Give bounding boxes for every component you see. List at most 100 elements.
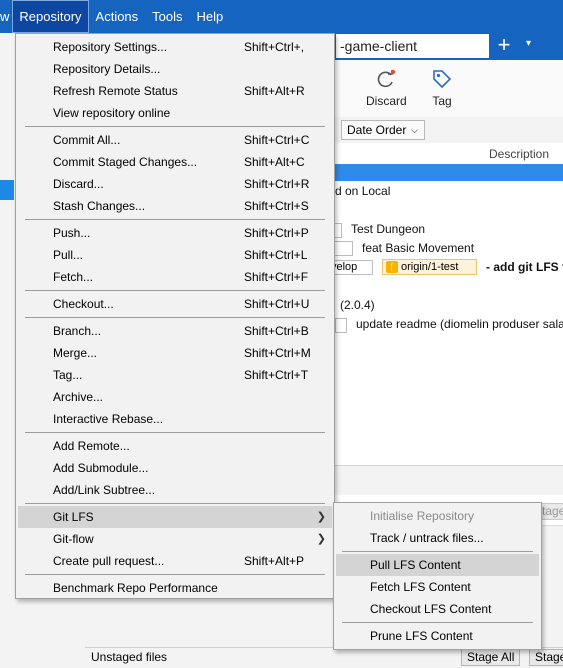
menu-item-shortcut: Shift+Ctrl+, (244, 40, 305, 54)
menu-separator (25, 432, 325, 433)
submenu-item-label: Prune LFS Content (370, 629, 473, 643)
menu-item-shortcut: Shift+Ctrl+S (244, 199, 309, 213)
discard-icon (378, 69, 396, 88)
submenu-item-initialise-repository: Initialise Repository (336, 505, 539, 527)
menu-item-label: Fetch... (53, 270, 94, 284)
stage-button[interactable]: Stage (529, 649, 563, 666)
menu-help[interactable]: Help (190, 0, 231, 33)
new-tab-button[interactable]: + (493, 34, 515, 58)
branch-icon: ᚴ (386, 261, 398, 273)
stage-all-button[interactable]: Stage All (461, 649, 521, 666)
discard-label: Discard (366, 94, 407, 108)
menu-item-shortcut: Shift+Alt+C (244, 155, 305, 169)
menu-separator (25, 317, 325, 318)
menu-item-label: Pull... (53, 248, 84, 262)
menu-item-label: Discard... (53, 177, 104, 191)
submenu-item-track-untrack[interactable]: Track / untrack files... (336, 527, 539, 549)
menu-item-label: Tag... (53, 368, 83, 382)
menu-item-discard[interactable]: Discard... Shift+Ctrl+R (18, 173, 332, 195)
menu-item-shortcut: Shift+Alt+P (244, 554, 305, 568)
menu-separator (25, 574, 325, 575)
menu-item-git-lfs[interactable]: Git LFS ❯ (18, 506, 332, 528)
menu-item-label: Push... (53, 226, 91, 240)
menu-item-label: Git-flow (53, 532, 94, 546)
tab-overflow-button[interactable]: ▾ (526, 38, 531, 49)
chevron-right-icon: ❯ (316, 511, 326, 523)
commit-marker (335, 318, 347, 333)
menu-view-partial[interactable]: w (0, 0, 12, 33)
commit-row-text: d on Local (335, 184, 391, 198)
menu-item-pull[interactable]: Pull... Shift+Ctrl+L (18, 244, 332, 266)
submenu-item-pull-lfs[interactable]: Pull LFS Content (336, 554, 539, 576)
menu-separator (342, 551, 533, 552)
menu-item-label: Commit All... (53, 133, 121, 147)
menu-item-tag[interactable]: Tag... Shift+Ctrl+T (18, 364, 332, 386)
menu-item-shortcut: Shift+Ctrl+M (244, 346, 311, 360)
menu-item-shortcut: Shift+Ctrl+L (244, 248, 308, 262)
menu-item-label: Commit Staged Changes... (53, 155, 198, 169)
menu-item-archive[interactable]: Archive... (18, 386, 332, 408)
menu-item-create-pull-request[interactable]: Create pull request... Shift+Alt+P (18, 550, 332, 572)
menu-tools[interactable]: Tools (145, 0, 189, 33)
menu-item-shortcut: Shift+Ctrl+P (244, 226, 309, 240)
menu-separator (25, 290, 325, 291)
menu-item-label: Interactive Rebase... (53, 412, 164, 426)
submenu-item-label: Fetch LFS Content (370, 580, 471, 594)
menu-separator (25, 219, 325, 220)
menu-item-label: Add/Link Subtree... (53, 483, 156, 497)
menu-item-checkout[interactable]: Checkout... Shift+Ctrl+U (18, 293, 332, 315)
menu-item-label: Add Submodule... (53, 461, 149, 475)
submenu-item-label: Initialise Repository (370, 509, 475, 523)
menu-item-refresh-remote-status[interactable]: Refresh Remote Status Shift+Alt+R (18, 80, 332, 102)
menu-item-benchmark[interactable]: Benchmark Repo Performance (18, 577, 332, 599)
menu-item-label: Repository Details... (53, 62, 161, 76)
menu-item-git-flow[interactable]: Git-flow ❯ (18, 528, 332, 550)
submenu-item-label: Pull LFS Content (370, 558, 461, 572)
column-description[interactable]: Description (489, 147, 549, 161)
unstaged-files-label: Unstaged files (91, 650, 168, 664)
menu-bar: w Repository Actions Tools Help (0, 0, 563, 33)
menu-item-interactive-rebase[interactable]: Interactive Rebase... (18, 408, 332, 430)
menu-item-view-online[interactable]: View repository online (18, 102, 332, 124)
tag-button[interactable]: Tag (431, 68, 453, 108)
sidebar-selected-indicator (0, 180, 14, 200)
submenu-item-checkout-lfs[interactable]: Checkout LFS Content (336, 598, 539, 620)
menu-actions[interactable]: Actions (89, 0, 146, 33)
chevron-right-icon: ❯ (316, 533, 326, 545)
menu-item-add-remote[interactable]: Add Remote... (18, 435, 332, 457)
menu-item-label: Stash Changes... (53, 199, 146, 213)
menu-separator (342, 622, 533, 623)
commit-row-text: (2.0.4) (340, 298, 375, 312)
repo-tab[interactable]: -game-client (336, 34, 489, 58)
menu-item-repository-details[interactable]: Repository Details... (18, 58, 332, 80)
submenu-item-label: Track / untrack files... (370, 531, 484, 545)
menu-item-shortcut: Shift+Ctrl+R (244, 177, 310, 191)
menu-item-stash-changes[interactable]: Stash Changes... Shift+Ctrl+S (18, 195, 332, 217)
menu-item-shortcut: Shift+Ctrl+U (244, 297, 310, 311)
menu-item-add-subtree[interactable]: Add/Link Subtree... (18, 479, 332, 501)
menu-item-label: View repository online (53, 106, 171, 120)
menu-item-label: Branch... (53, 324, 102, 338)
menu-item-merge[interactable]: Merge... Shift+Ctrl+M (18, 342, 332, 364)
menu-item-shortcut: Shift+Ctrl+B (244, 324, 309, 338)
order-dropdown[interactable]: Date Order ⌵ (341, 120, 425, 140)
menu-item-label: Git LFS (53, 510, 94, 524)
menu-item-label: Checkout... (53, 297, 114, 311)
remote-branch-name: origin/1-test (401, 261, 459, 273)
menu-item-push[interactable]: Push... Shift+Ctrl+P (18, 222, 332, 244)
menu-item-repository-settings[interactable]: Repository Settings... Shift+Ctrl+, (18, 36, 332, 58)
commit-row-text: - add git LFS fo (486, 260, 563, 274)
discard-button[interactable]: Discard (366, 68, 407, 108)
repository-menu: Repository Settings... Shift+Ctrl+, Repo… (15, 33, 335, 599)
submenu-item-fetch-lfs[interactable]: Fetch LFS Content (336, 576, 539, 598)
menu-item-label: Create pull request... (53, 554, 165, 568)
menu-item-add-submodule[interactable]: Add Submodule... (18, 457, 332, 479)
submenu-item-label: Checkout LFS Content (370, 602, 492, 616)
menu-item-commit-staged[interactable]: Commit Staged Changes... Shift+Alt+C (18, 151, 332, 173)
menu-repository[interactable]: Repository (12, 0, 89, 33)
submenu-item-prune-lfs[interactable]: Prune LFS Content (336, 625, 539, 647)
commit-row-text: feat Basic Movement (362, 241, 475, 255)
menu-item-commit-all[interactable]: Commit All... Shift+Ctrl+C (18, 129, 332, 151)
menu-item-fetch[interactable]: Fetch... Shift+Ctrl+F (18, 266, 332, 288)
menu-item-branch[interactable]: Branch... Shift+Ctrl+B (18, 320, 332, 342)
